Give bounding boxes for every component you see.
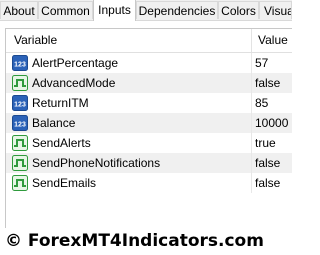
table-row[interactable]: 123 ReturnITM 85 xyxy=(6,93,292,113)
variable-value[interactable]: false xyxy=(255,73,280,93)
variable-value[interactable]: false xyxy=(255,173,280,193)
variable-name: AlertPercentage xyxy=(32,56,119,70)
variable-value[interactable]: 85 xyxy=(255,93,268,113)
svg-text:123: 123 xyxy=(14,122,26,129)
table-row[interactable]: 123 AlertPercentage 57 xyxy=(6,53,292,73)
table-row[interactable]: AdvancedMode false xyxy=(6,73,292,93)
table-row[interactable]: SendPhoneNotifications false xyxy=(6,153,292,173)
variable-name: Balance xyxy=(32,116,76,130)
boolean-toggle-icon xyxy=(12,175,28,191)
variable-value[interactable]: false xyxy=(255,153,280,173)
tab-bar: About Common Inputs Dependencies Colors … xyxy=(0,0,292,21)
tab-colors[interactable]: Colors xyxy=(218,1,259,19)
variable-name: ReturnITM xyxy=(32,96,89,110)
variable-value[interactable]: true xyxy=(255,133,276,153)
variable-value[interactable]: 10000 xyxy=(255,113,288,133)
column-header-value[interactable]: Value xyxy=(258,29,288,52)
tab-dependencies[interactable]: Dependencies xyxy=(136,1,218,19)
tab-visual[interactable]: Visual xyxy=(259,1,292,19)
table-row[interactable]: SendAlerts true xyxy=(6,133,292,153)
tab-inputs[interactable]: Inputs xyxy=(93,0,136,21)
table-row[interactable]: SendEmails false xyxy=(6,173,292,193)
watermark-text: © ForexMT4Indicators.com xyxy=(5,231,264,251)
tab-about[interactable]: About xyxy=(0,1,38,19)
variable-name: AdvancedMode xyxy=(32,76,116,90)
boolean-toggle-icon xyxy=(12,155,28,171)
svg-text:123: 123 xyxy=(14,102,26,109)
svg-text:123: 123 xyxy=(14,62,26,69)
column-divider[interactable] xyxy=(251,29,252,52)
numeric-123-icon: 123 xyxy=(12,95,28,111)
table-row[interactable]: 123 Balance 10000 xyxy=(6,113,292,133)
numeric-123-icon: 123 xyxy=(12,115,28,131)
inputs-table: Variable Value 123 AlertPercentage 57 Ad… xyxy=(5,28,292,228)
column-header-variable[interactable]: Variable xyxy=(14,29,57,52)
numeric-123-icon: 123 xyxy=(12,55,28,71)
tab-common[interactable]: Common xyxy=(38,1,93,19)
variable-value[interactable]: 57 xyxy=(255,53,268,73)
boolean-toggle-icon xyxy=(12,75,28,91)
variable-name: SendPhoneNotifications xyxy=(32,156,161,170)
variable-name: SendAlerts xyxy=(32,136,91,150)
table-header: Variable Value xyxy=(6,29,292,53)
boolean-toggle-icon xyxy=(12,135,28,151)
variable-name: SendEmails xyxy=(32,176,97,190)
